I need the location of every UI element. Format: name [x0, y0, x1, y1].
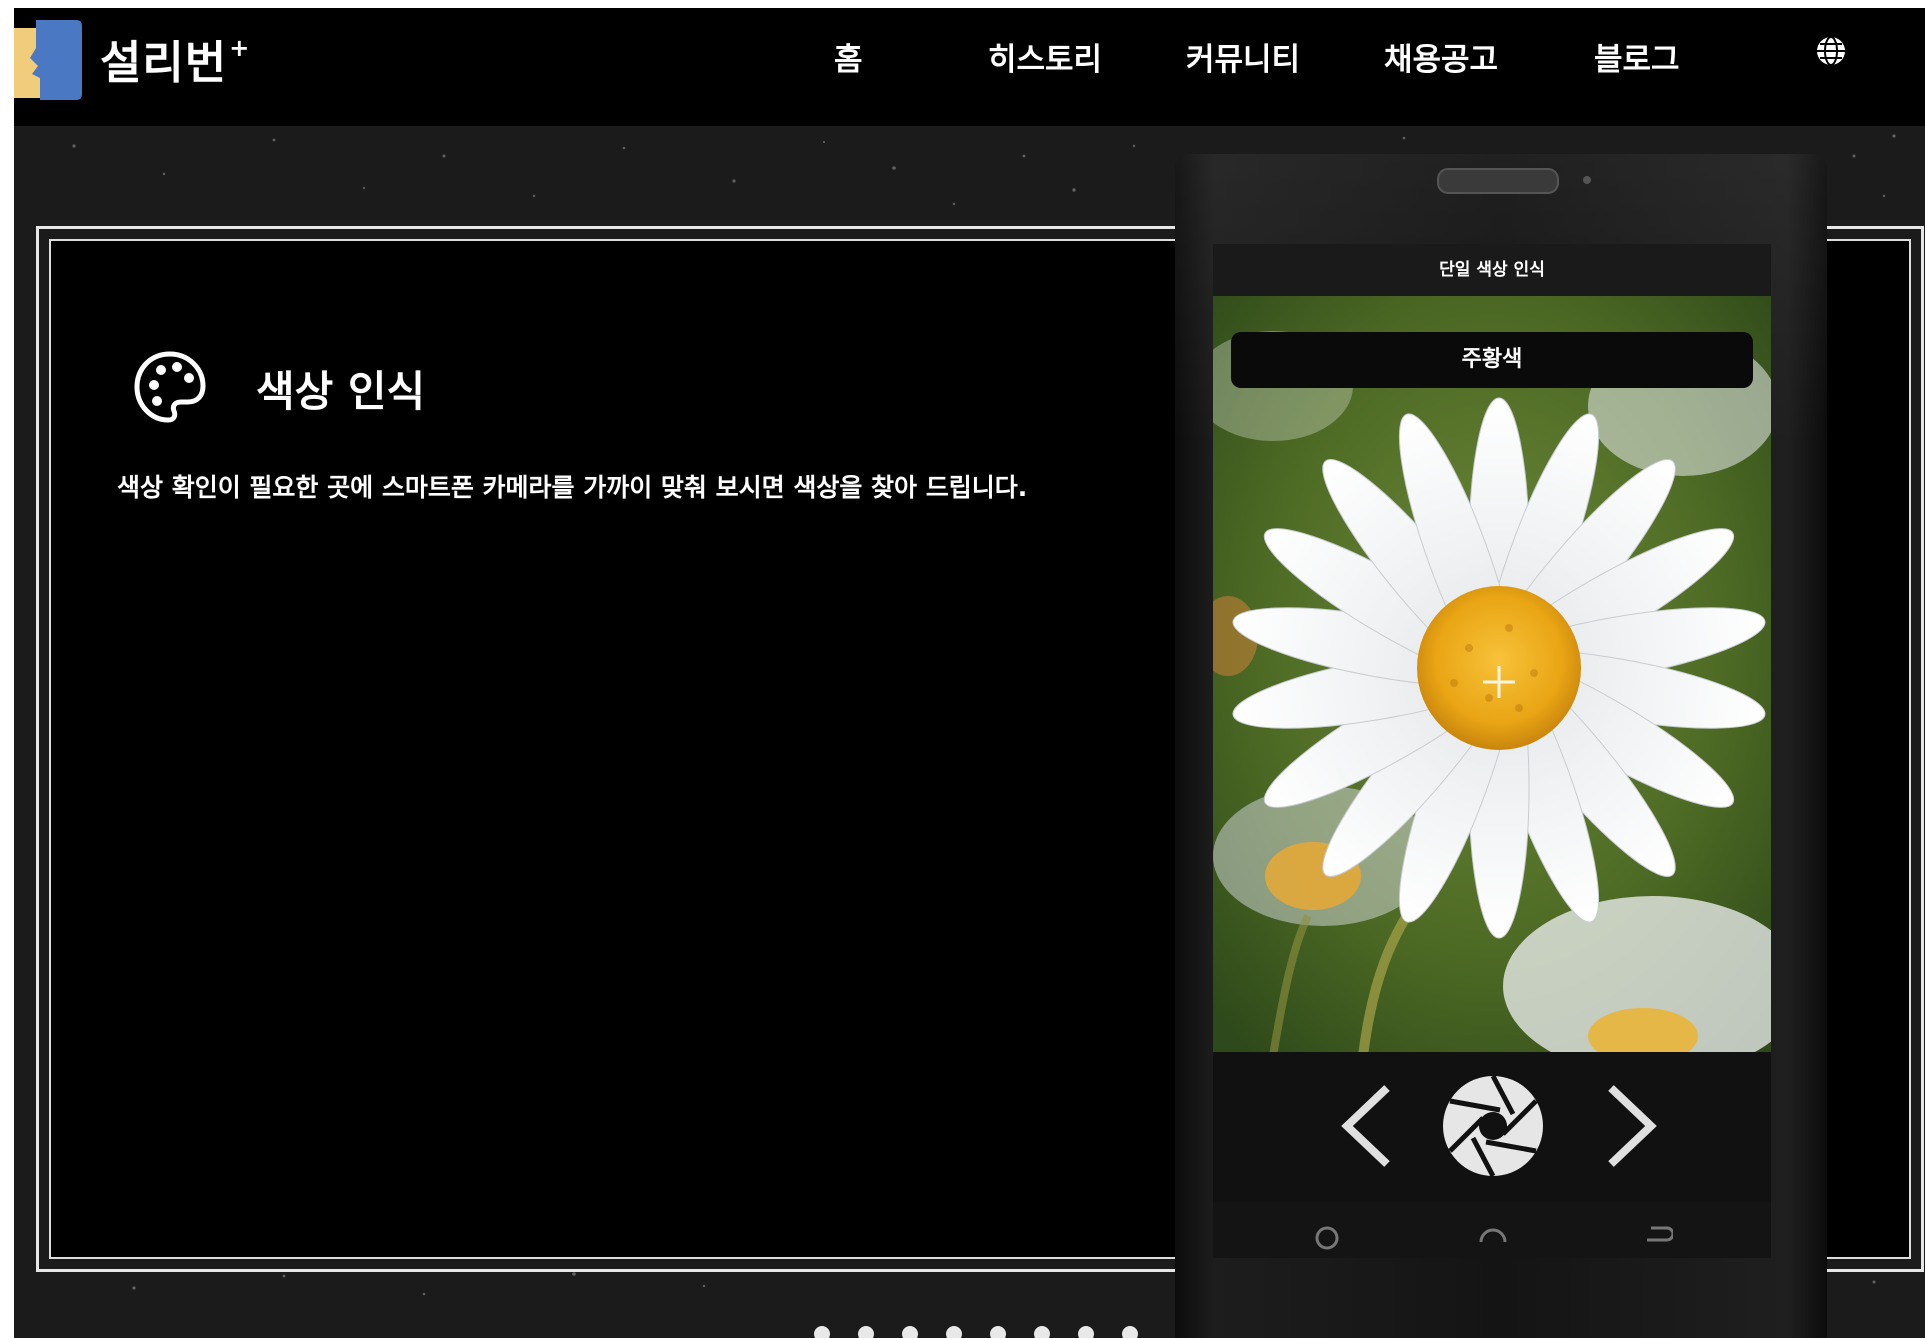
globe-icon[interactable] — [1814, 34, 1848, 68]
back-icon[interactable] — [1641, 1224, 1673, 1254]
brand-name[interactable]: 설리번+ — [100, 26, 250, 91]
palette-icon — [134, 351, 206, 423]
detected-color-label: 주황색 — [1231, 332, 1753, 388]
nav-item-history[interactable]: 히스토리 — [988, 34, 1102, 79]
phone-screen: 단일 색상 인식 주황색 — [1213, 244, 1771, 1258]
pager-dot[interactable] — [814, 1326, 830, 1338]
pager-dot[interactable] — [1078, 1326, 1094, 1338]
brand-logo-icon[interactable] — [14, 18, 94, 100]
chevron-right-icon[interactable] — [1601, 1082, 1661, 1170]
pager-dot[interactable] — [902, 1326, 918, 1338]
search-icon[interactable] — [1313, 1224, 1345, 1254]
camera-shutter-icon[interactable] — [1441, 1074, 1545, 1178]
nav-item-home[interactable]: 홈 — [834, 34, 863, 79]
home-key-icon[interactable] — [1477, 1224, 1509, 1254]
brand-plus-mark: + — [229, 34, 251, 62]
daisy-photo — [1213, 296, 1771, 1052]
feature-description: 색상 확인이 필요한 곳에 스마트폰 카메라를 가까이 맞춰 보시면 색상을 찾… — [117, 473, 1028, 502]
page: 설리번+ 홈 히스토리 커뮤니티 채용공고 블로그 색상 인식 색상 확인이 필… — [14, 8, 1925, 1338]
phone-front-camera — [1583, 176, 1591, 184]
pager-dot[interactable] — [858, 1326, 874, 1338]
phone-navigation-bar — [1213, 1202, 1771, 1258]
pager-dot[interactable] — [946, 1326, 962, 1338]
screen-title: 단일 색상 인식 — [1213, 244, 1771, 296]
pager-dot[interactable] — [1122, 1326, 1138, 1338]
camera-controls — [1213, 1052, 1771, 1202]
nav-item-blog[interactable]: 블로그 — [1594, 34, 1680, 79]
pager-dot[interactable] — [1034, 1326, 1050, 1338]
feature-title: 색상 인식 — [256, 367, 426, 416]
pager-dot[interactable] — [990, 1326, 1006, 1338]
top-navigation-bar: 설리번+ 홈 히스토리 커뮤니티 채용공고 블로그 — [14, 8, 1925, 126]
brand-text: 설리번 — [100, 36, 228, 89]
nav-item-community[interactable]: 커뮤니티 — [1186, 34, 1300, 79]
camera-preview: 주황색 — [1213, 296, 1771, 1052]
phone-mockup: 단일 색상 인식 주황색 — [1175, 154, 1827, 1338]
carousel-pager — [814, 1326, 1154, 1338]
nav-item-careers[interactable]: 채용공고 — [1384, 34, 1498, 79]
chevron-left-icon[interactable] — [1337, 1082, 1397, 1170]
phone-speaker — [1437, 168, 1559, 194]
